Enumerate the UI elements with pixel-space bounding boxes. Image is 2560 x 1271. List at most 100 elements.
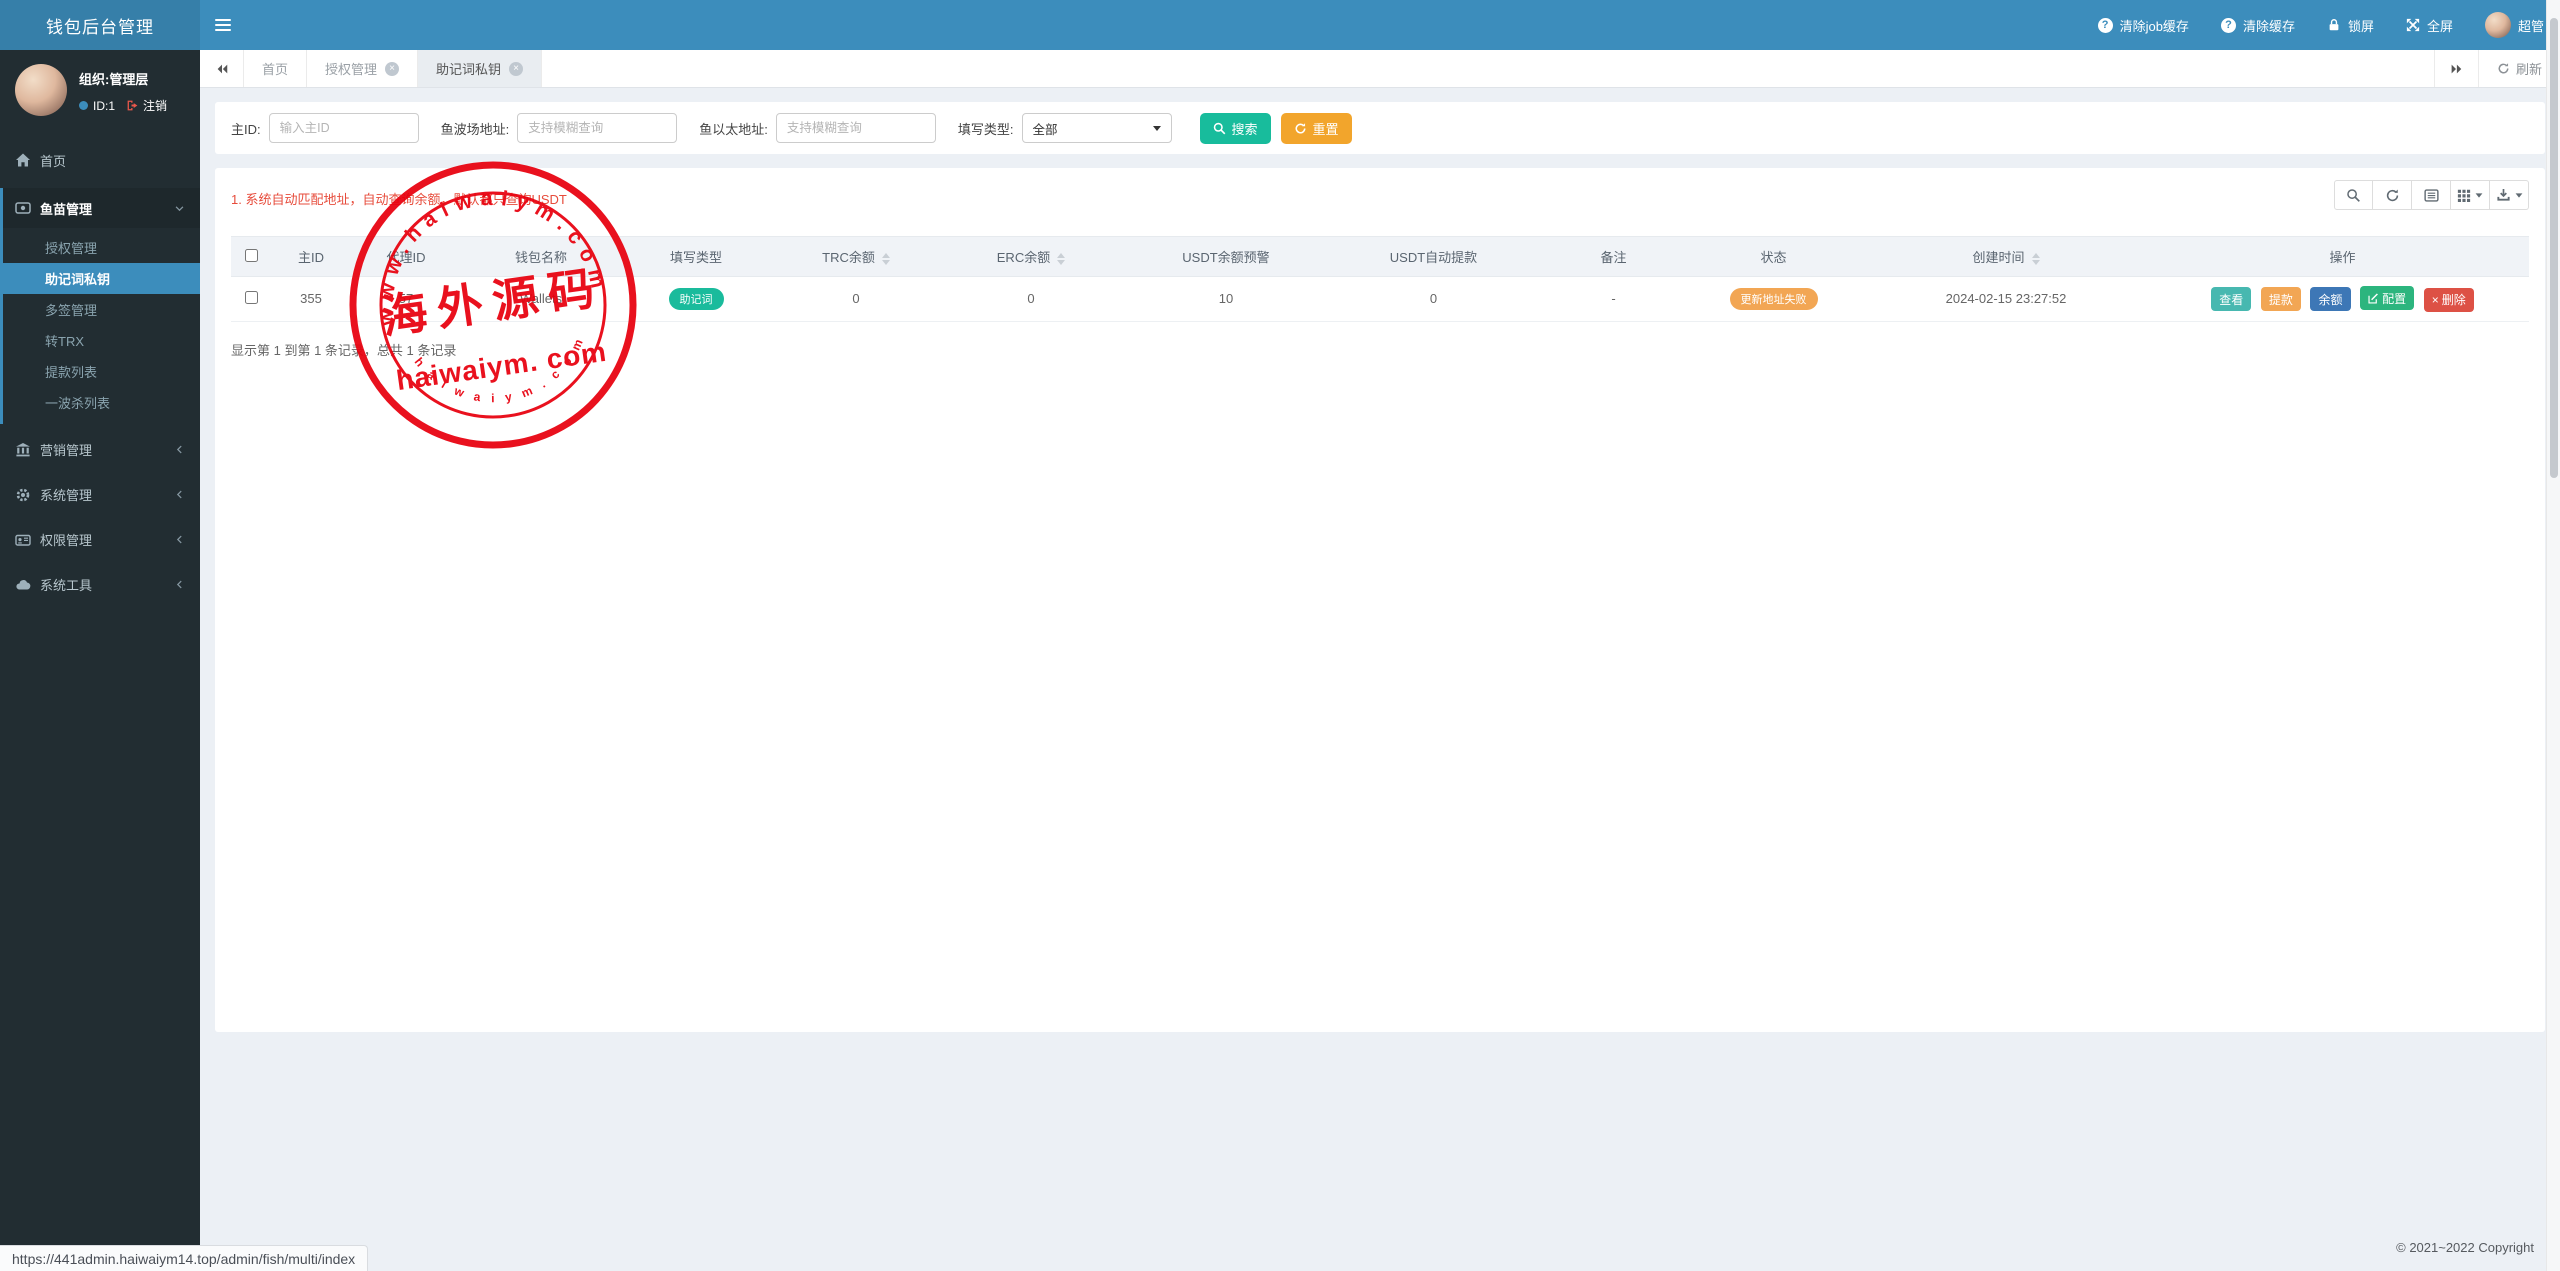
select-all-checkbox[interactable] [245,249,258,262]
sidebar-item-system[interactable]: 系统管理 [0,472,200,517]
cell-usdt-auto: 0 [1331,277,1536,322]
search-button[interactable]: 搜索 [1200,113,1271,144]
cell-created: 2024-02-15 23:27:52 [1856,277,2156,322]
cell-usdt-warn: 10 [1121,277,1331,322]
app-logo[interactable]: 钱包后台管理 [0,0,200,50]
search-icon [2346,188,2361,203]
fullscreen-button[interactable]: 全屏 [2390,0,2469,50]
double-arrow-left-icon [215,62,229,76]
eth-address-input[interactable] [776,113,936,143]
sort-icon [882,253,890,265]
balance-button[interactable]: 余额 [2310,287,2350,311]
reset-button[interactable]: 重置 [1281,113,1352,144]
logout-link[interactable]: 注销 [126,97,167,114]
sidebar: 组织:管理层 ID:1 注销 [0,50,200,1271]
col-usdt-warn: USDT余额预警 [1121,237,1331,277]
col-main-id: 主ID [271,237,351,277]
config-button[interactable]: 配置 [2360,286,2414,310]
toolbar-detail-view-button[interactable] [2412,180,2451,210]
grid-columns-icon [2457,188,2471,202]
sidebar-item-onewave-list[interactable]: 一波杀列表 [3,387,200,418]
x-icon: × [2432,293,2439,307]
sort-icon [1057,253,1065,265]
row-checkbox[interactable] [245,291,258,304]
col-usdt-auto: USDT自动提款 [1331,237,1536,277]
col-created[interactable]: 创建时间 [1856,237,2156,277]
delete-button[interactable]: × 删除 [2424,288,2474,312]
sidebar-section-fish: 鱼苗管理 授权管理 助记词私钥 多签管理 转TRX 提款列表 一波杀列表 [0,188,200,424]
cell-trc-balance: 0 [771,277,941,322]
navbar-right: ? 清除job缓存 ? 清除缓存 锁屏 [2082,0,2560,50]
toolbar-search-button[interactable] [2334,180,2373,210]
withdraw-button[interactable]: 提款 [2261,287,2301,311]
cell-main-id: 355 [271,277,351,322]
scrollbar[interactable] [2546,0,2560,1271]
col-actions: 操作 [2156,237,2529,277]
lock-icon [2327,18,2341,32]
sidebar-item-auth-management[interactable]: 授权管理 [3,232,200,263]
double-arrow-right-icon [2449,62,2463,76]
refresh-icon [2385,188,2400,203]
col-agent-id: 代理ID [351,237,461,277]
cell-actions: 查看 提款 余额 配置 × [2156,277,2529,322]
tab-home[interactable]: 首页 [244,50,307,87]
main-id-input[interactable] [269,113,419,143]
col-erc-balance[interactable]: ERC余额 [941,237,1121,277]
top-navbar: ? 清除job缓存 ? 清除缓存 锁屏 [200,0,2560,50]
view-button[interactable]: 查看 [2211,287,2251,311]
tabs-scroll-left-button[interactable] [200,50,244,87]
tabs-scroll-right-button[interactable] [2434,50,2478,87]
pagination-info: 显示第 1 到第 1 条记录，总共 1 条记录 [231,340,2529,359]
lock-screen-button[interactable]: 锁屏 [2311,0,2390,50]
search-icon [1213,122,1226,135]
toolbar-refresh-button[interactable] [2373,180,2412,210]
table-toolbar [2334,180,2529,210]
col-trc-balance[interactable]: TRC余额 [771,237,941,277]
clear-cache-button[interactable]: ? 清除缓存 [2205,0,2311,50]
col-fill-type: 填写类型 [621,237,771,277]
tab-auth-management[interactable]: 授权管理 × [307,50,418,87]
cloud-icon [15,577,31,593]
sidebar-toggle-icon[interactable] [200,0,246,50]
sidebar-user-panel: 组织:管理层 ID:1 注销 [0,50,200,126]
col-remark: 备注 [1536,237,1691,277]
bank-icon [15,442,31,458]
fullscreen-arrows-icon [2406,18,2420,32]
chevron-left-icon [174,444,185,455]
close-icon[interactable]: × [509,62,523,76]
dropdown-caret-icon [2476,193,2483,197]
fill-type-select[interactable]: 全部 [1022,113,1172,143]
chevron-left-icon [174,579,185,590]
wallet-admin-page: 钱包后台管理 ? 清除job缓存 ? 清除缓存 锁屏 [0,0,2560,1271]
sidebar-item-tools[interactable]: 系统工具 [0,562,200,607]
sidebar-item-fish-management[interactable]: 鱼苗管理 [3,188,200,228]
sidebar-item-multisig[interactable]: 多签管理 [3,294,200,325]
sidebar-item-mnemonic-keys[interactable]: 助记词私钥 [0,263,200,294]
copyright-text: © 2021~2022 Copyright [2396,1240,2534,1255]
tab-mnemonic-keys[interactable]: 助记词私钥 × [418,50,542,87]
toolbar-columns-button[interactable] [2451,180,2490,210]
question-circle-icon: ? [2221,18,2236,33]
sidebar-item-home[interactable]: 首页 [0,140,200,180]
refresh-icon [2497,62,2510,75]
status-badge: 更新地址失败 [1730,288,1818,310]
toolbar-export-button[interactable] [2490,180,2529,210]
sidebar-menu: 首页 鱼苗管理 授权管理 助记词私钥 多签管理 转 [0,140,200,607]
sidebar-item-permission[interactable]: 权限管理 [0,517,200,562]
filter-panel: 主ID: 鱼波场地址: 鱼以太地址: 填写类型: 全部 [215,102,2545,154]
cell-wallet-name: Wallets [461,277,621,322]
clear-job-cache-button[interactable]: ? 清除job缓存 [2082,0,2205,50]
user-id-label: ID:1 [93,99,115,113]
sidebar-item-marketing[interactable]: 营销管理 [0,427,200,472]
tron-address-label: 鱼波场地址: [441,119,510,138]
close-icon[interactable]: × [385,62,399,76]
scrollbar-thumb[interactable] [2550,18,2558,478]
main-id-label: 主ID: [231,119,261,138]
cell-remark: - [1536,277,1691,322]
home-icon [15,152,31,168]
sidebar-item-withdraw-list[interactable]: 提款列表 [3,356,200,387]
tron-address-input[interactable] [517,113,677,143]
cell-erc-balance: 0 [941,277,1121,322]
sidebar-item-transfer-trx[interactable]: 转TRX [3,325,200,356]
refresh-icon [1294,122,1307,135]
